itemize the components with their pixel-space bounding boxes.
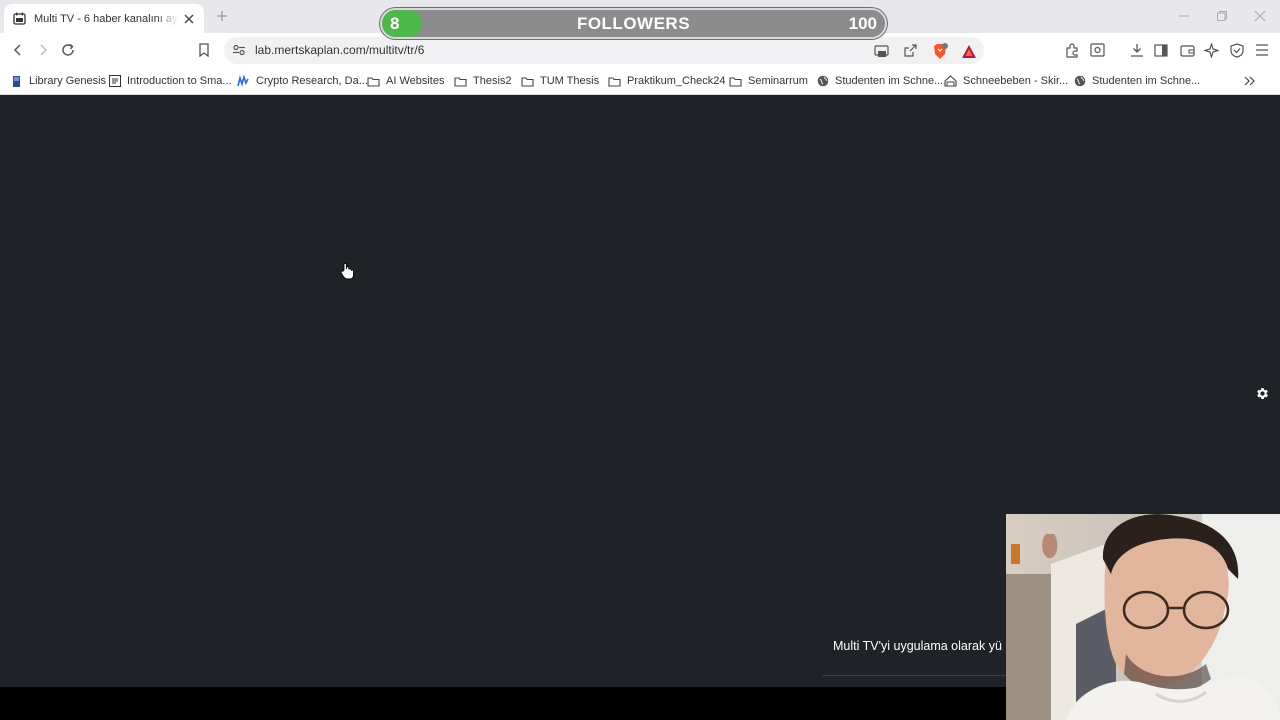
folder-icon [367, 75, 380, 88]
folder-icon [608, 75, 621, 88]
install-app-prompt[interactable]: Multi TV'yi uygulama olarak yü [833, 639, 1002, 653]
bookmark-item[interactable]: Introduction to Sma... [108, 72, 232, 90]
extensions-icon[interactable] [1063, 41, 1081, 59]
close-tab-icon[interactable] [182, 12, 196, 26]
screenshot-icon[interactable] [1088, 41, 1106, 59]
calendar-tv-icon [12, 12, 26, 26]
followers-goal: 100 [848, 14, 877, 33]
folder-icon [521, 75, 534, 88]
chart-icon [237, 75, 250, 88]
globe-icon [816, 75, 829, 88]
back-icon[interactable] [9, 41, 27, 59]
share-icon[interactable] [901, 42, 919, 60]
globe-icon [1073, 75, 1086, 88]
chevron-double-right-icon[interactable] [1242, 73, 1258, 89]
folder-icon [729, 75, 742, 88]
cast-icon[interactable] [872, 42, 890, 60]
bookmark-item[interactable]: Schneebeben - Skir... [944, 72, 1068, 90]
bookmarks-bar: Library Genesis Introduction to Sma... C… [0, 68, 1280, 95]
browser-tab[interactable]: Multi TV - 6 haber kanalını aynı ekranda… [4, 4, 204, 33]
forward-icon[interactable] [34, 41, 52, 59]
house-icon [944, 75, 957, 88]
address-bar[interactable]: lab.mertskaplan.com/multitv/tr/6 [224, 37, 984, 64]
bookmark-item[interactable]: Crypto Research, Da... [237, 72, 368, 90]
webcam-overlay [1006, 514, 1280, 720]
leo-ai-icon[interactable] [1202, 41, 1220, 59]
gear-icon[interactable] [1255, 386, 1270, 401]
bookmark-item[interactable]: Praktikum_Check24 [608, 72, 725, 90]
bookmark-item[interactable]: Seminarrum [729, 72, 808, 90]
hand-cursor-icon [340, 262, 354, 280]
address-url: lab.mertskaplan.com/multitv/tr/6 [255, 43, 425, 57]
bookmark-item[interactable]: Studenten im Schne... [1073, 72, 1200, 90]
divider [822, 675, 1006, 676]
bookmark-icon[interactable] [195, 41, 213, 59]
site-settings-icon[interactable] [232, 43, 246, 57]
bookmark-item[interactable]: Library Genesis [10, 72, 106, 90]
reload-icon[interactable] [59, 41, 77, 59]
window-close-icon[interactable] [1252, 8, 1268, 24]
download-icon[interactable] [1128, 41, 1146, 59]
minimize-icon[interactable] [1176, 8, 1192, 24]
wallet-icon[interactable] [1178, 41, 1196, 59]
followers-label: FOLLOWERS [576, 14, 691, 33]
menu-icon[interactable] [1253, 41, 1271, 59]
bookmark-item[interactable]: AI Websites [367, 72, 445, 90]
bookmark-item[interactable]: Thesis2 [454, 72, 512, 90]
folder-icon [454, 75, 467, 88]
bookmark-item[interactable]: TUM Thesis [521, 72, 599, 90]
restore-icon[interactable] [1214, 8, 1230, 24]
sidebar-icon[interactable] [1152, 41, 1170, 59]
bookmark-item[interactable]: Studenten im Schne... [816, 72, 943, 90]
doc-icon [108, 75, 121, 88]
followers-goal-bar: 8 FOLLOWERS 100 [380, 8, 887, 39]
new-tab-icon[interactable] [214, 8, 230, 24]
tab-title: Multi TV - 6 haber kanalını aynı ekranda… [34, 12, 178, 25]
book-icon [10, 75, 23, 88]
brave-rewards-icon[interactable] [960, 42, 978, 60]
brave-shields-icon[interactable] [931, 42, 949, 60]
vpn-icon[interactable] [1228, 41, 1246, 59]
